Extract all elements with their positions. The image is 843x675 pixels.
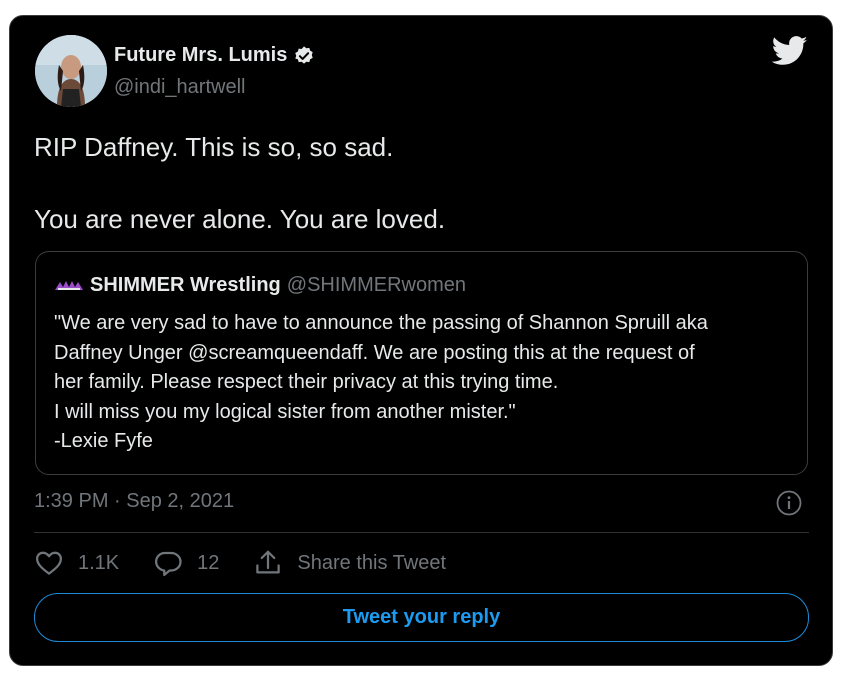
share-button[interactable]: Share this Tweet [253,548,446,578]
quoted-line: her family. Please respect their privacy… [54,371,559,393]
avatar-image [35,35,107,107]
heart-icon [36,551,62,575]
quoted-tweet-header: SHIMMER Wrestling @SHIMMERwomen [54,274,466,297]
quoted-line: I will miss you my logical sister from a… [54,400,516,423]
shimmer-logo-icon [55,280,83,290]
tweet-card: Future Mrs. Lumis @indi_hartwell RIP Daf… [9,15,833,666]
divider [34,532,809,533]
share-icon [256,550,281,574]
reply-count-button[interactable]: 12 [153,548,219,578]
verified-badge-icon [295,45,314,64]
author-avatar[interactable] [35,35,107,107]
quoted-line: "We are very sad to have to announce the… [54,312,708,334]
author-name-row[interactable]: Future Mrs. Lumis [114,44,315,67]
tweet-your-reply-button[interactable]: Tweet your reply [34,593,809,642]
tweet-timestamp[interactable]: 1:39 PM · Sep 2, 2021 [34,490,234,513]
author-handle[interactable]: @indi_hartwell [114,76,245,99]
author-name[interactable]: Future Mrs. Lumis [114,44,287,67]
quoted-author-handle: @SHIMMERwomen [286,274,466,296]
like-button[interactable]: 1.1K [34,548,119,578]
share-label: Share this Tweet [297,551,447,574]
quoted-line: -Lexie Fyfe [54,430,153,452]
quoted-tweet[interactable]: SHIMMER Wrestling @SHIMMERwomen "We are … [35,251,808,475]
info-icon[interactable] [776,490,802,516]
quoted-author-name: SHIMMER Wrestling [90,274,281,296]
reply-count: 12 [197,551,220,574]
tweet-line-2: You are never alone. You are loved. [34,204,446,234]
quoted-tweet-body: "We are very sad to have to announce the… [54,309,799,457]
like-count: 1.1K [78,551,120,574]
action-bar: 1.1K 12 Share this Tweet [34,548,480,578]
quoted-line: Daffney Unger @screamqueendaff. We are p… [54,341,695,364]
tweet-line-1: RIP Daffney. This is so, so sad. [34,132,394,162]
reply-icon [155,551,182,576]
tweet-text: RIP Daffney. This is so, so sad. You are… [34,129,804,237]
twitter-bird-icon[interactable] [772,36,808,66]
